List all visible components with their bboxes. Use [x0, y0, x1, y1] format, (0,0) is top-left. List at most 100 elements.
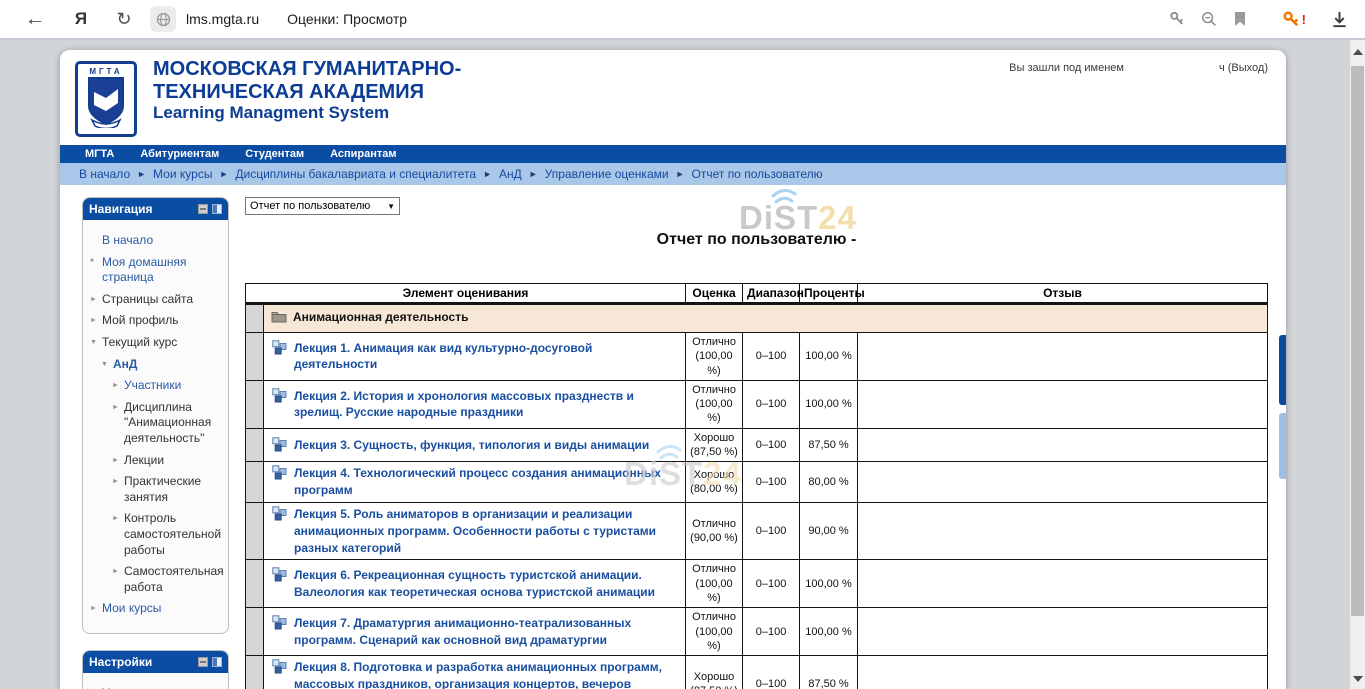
- address-url[interactable]: lms.mgta.ru: [186, 11, 259, 27]
- scroll-up-arrow[interactable]: [1353, 49, 1363, 55]
- item-label: Лекция 2. История и хронология массовых …: [294, 388, 677, 422]
- percent-cell: 100,00 %: [800, 333, 858, 381]
- breadcrumb-item-1[interactable]: Мои курсы: [153, 167, 212, 181]
- page-title: Отчет по пользователю -: [245, 231, 1268, 249]
- navigation-item-label[interactable]: Самостоятельная работа: [124, 564, 224, 595]
- breadcrumb-item-5[interactable]: Отчет по пользователю: [692, 167, 823, 181]
- collapsed-node-icon[interactable]: ►: [112, 453, 124, 469]
- item-link-5[interactable]: Лекция 6. Рекреационная сущность туристс…: [272, 567, 677, 601]
- nav-item-0[interactable]: МГТА: [72, 148, 127, 160]
- scrollbar-thumb[interactable]: [1351, 66, 1364, 616]
- dock-block-icon[interactable]: [212, 657, 222, 667]
- report-select-value: Отчет по пользователю: [250, 200, 370, 212]
- collapsed-node-icon[interactable]: ►: [112, 474, 124, 505]
- lesson-icon: [272, 615, 287, 630]
- navigation-item-label[interactable]: Моя домашняя страница: [102, 255, 224, 286]
- range-cell: 0–100: [743, 608, 800, 656]
- percent-cell: 100,00 %: [800, 608, 858, 656]
- item-link-6[interactable]: Лекция 7. Драматургия анимационно-театра…: [272, 615, 677, 649]
- docked-block-tab[interactable]: [1279, 413, 1286, 479]
- grade-cell: Отлично(100,00 %): [686, 608, 743, 656]
- scroll-down-arrow[interactable]: [1353, 676, 1363, 682]
- nav-item-3[interactable]: Аспирантам: [317, 148, 409, 160]
- collapsed-node-icon[interactable]: ►: [112, 400, 124, 447]
- login-name-redacted: [1124, 62, 1219, 74]
- navigation-item-label[interactable]: В начало: [102, 233, 153, 249]
- item-name-cell: Лекция 1. Анимация как вид культурно-дос…: [264, 333, 686, 381]
- table-row: Лекция 8. Подготовка и разработка анимац…: [246, 656, 1268, 689]
- navigation-item-label[interactable]: Дисциплина "Анимационная деятельность": [124, 400, 224, 447]
- block-header-icons: [198, 657, 222, 667]
- docked-block-tab[interactable]: [1279, 335, 1286, 405]
- item-icon-wrap: [272, 615, 287, 630]
- collapsed-node-icon[interactable]: ►: [112, 511, 124, 558]
- navigation-item-label[interactable]: Лекции: [124, 453, 164, 469]
- item-label: Лекция 4. Технологический процесс создан…: [294, 465, 677, 499]
- collapse-block-icon[interactable]: [198, 204, 208, 214]
- feedback-cell: [858, 462, 1268, 503]
- download-icon[interactable]: [1330, 10, 1349, 29]
- collapsed-node-icon[interactable]: ►: [90, 313, 102, 329]
- leaf-bullet-icon: ■: [90, 255, 102, 286]
- breadcrumb-item-0[interactable]: В начало: [79, 167, 130, 181]
- expanded-node-icon[interactable]: ▼: [90, 335, 102, 351]
- navigation-item-label[interactable]: Мой профиль: [102, 313, 179, 329]
- breadcrumb-item-4[interactable]: Управление оценками: [545, 167, 669, 181]
- breadcrumb-item-3[interactable]: АнД: [499, 167, 522, 181]
- navigation-item-7: ►Дисциплина "Анимационная деятельность": [88, 400, 224, 447]
- grade-cell-pct: (87,50 %): [688, 684, 740, 689]
- feedback-cell: [858, 502, 1268, 559]
- header-row: Элемент оцениванияОценкаДиапазонПроценты…: [246, 284, 1268, 304]
- item-link-4[interactable]: Лекция 5. Роль аниматоров в организации …: [272, 506, 677, 556]
- expanded-node-icon[interactable]: ▼: [101, 357, 113, 373]
- item-link-1[interactable]: Лекция 2. История и хронология массовых …: [272, 388, 677, 422]
- back-icon[interactable]: ←: [22, 7, 48, 31]
- collapsed-node-icon[interactable]: ►: [90, 292, 102, 308]
- item-link-0[interactable]: Лекция 1. Анимация как вид культурно-дос…: [272, 340, 677, 374]
- nav-item-2[interactable]: Студентам: [232, 148, 317, 160]
- table-row: Лекция 5. Роль аниматоров в организации …: [246, 502, 1268, 559]
- vertical-scrollbar[interactable]: [1350, 40, 1365, 689]
- column-header-3: Проценты: [800, 284, 858, 304]
- collapsed-node-icon[interactable]: ►: [112, 378, 124, 394]
- feedback-cell: [858, 608, 1268, 656]
- reload-icon[interactable]: ↻: [112, 9, 136, 30]
- navigation-item-label[interactable]: Страницы сайта: [102, 292, 193, 308]
- bookmark-icon[interactable]: [1232, 10, 1248, 28]
- category-name: Анимационная деятельность: [293, 310, 468, 324]
- breadcrumb-item-2[interactable]: Дисциплины бакалавриата и специалитета: [235, 167, 476, 181]
- item-link-2[interactable]: Лекция 3. Сущность, функция, типология и…: [272, 437, 677, 454]
- collapse-block-icon[interactable]: [198, 657, 208, 667]
- navigation-item-label[interactable]: Текущий курс: [102, 335, 177, 351]
- browser-toolbar: ← Я ↻ lms.mgta.ru Оценки: Просмотр !: [0, 0, 1365, 40]
- navigation-item-label[interactable]: Контроль самостоятельной работы: [124, 511, 224, 558]
- breadcrumb-separator: ►: [529, 169, 538, 179]
- grade-cell-word: Хорошо: [688, 468, 740, 482]
- navigation-item-label[interactable]: Мои курсы: [102, 601, 161, 617]
- extension-key-alert[interactable]: !: [1282, 10, 1306, 29]
- grade-cell-word: Отлично: [688, 335, 740, 349]
- grade-cell-word: Отлично: [688, 610, 740, 624]
- grade-cell-word: Отлично: [688, 562, 740, 576]
- navigation-item-1: ■Моя домашняя страница: [88, 255, 224, 286]
- item-link-3[interactable]: Лекция 4. Технологический процесс создан…: [272, 465, 677, 499]
- navigation-item-label[interactable]: АнД: [113, 357, 137, 373]
- nav-item-1[interactable]: Абитуриентам: [127, 148, 232, 160]
- logout-link[interactable]: ч (Выход): [1219, 62, 1268, 74]
- item-link-7[interactable]: Лекция 8. Подготовка и разработка анимац…: [272, 659, 677, 689]
- collapsed-node-icon[interactable]: ►: [112, 564, 124, 595]
- lesson-icon: [272, 506, 287, 521]
- item-name-cell: Лекция 7. Драматургия анимационно-театра…: [264, 608, 686, 656]
- feedback-cell: [858, 333, 1268, 381]
- category-cell: Анимационная деятельность: [264, 304, 1268, 333]
- dock-block-icon[interactable]: [212, 204, 222, 214]
- password-key-icon[interactable]: [1168, 10, 1186, 28]
- lesson-icon: [272, 465, 287, 480]
- report-type-select[interactable]: Отчет по пользователю ▼: [245, 197, 400, 215]
- settings-block-header: Настройки: [83, 651, 228, 673]
- navigation-item-label[interactable]: Практические занятия: [124, 474, 224, 505]
- collapsed-node-icon[interactable]: ►: [90, 601, 102, 617]
- navigation-item-label[interactable]: Участники: [124, 378, 181, 394]
- yandex-icon[interactable]: Я: [70, 9, 92, 29]
- search-zoom-icon[interactable]: [1200, 10, 1218, 28]
